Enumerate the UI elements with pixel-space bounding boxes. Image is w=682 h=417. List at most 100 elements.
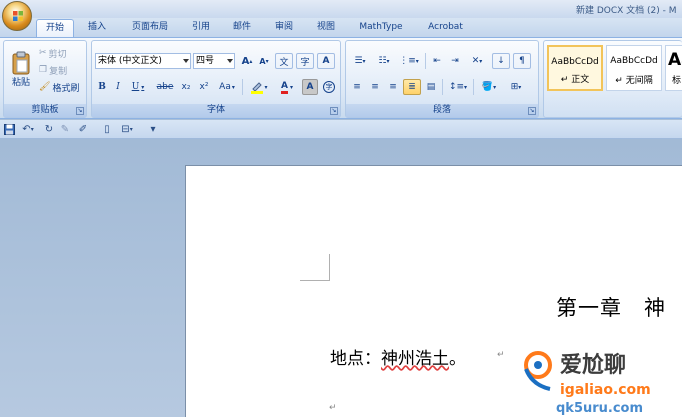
- tab-mailings[interactable]: 邮件: [223, 19, 261, 37]
- style-heading-name: 标: [672, 76, 682, 86]
- superscript-button[interactable]: x²: [196, 79, 212, 95]
- brush-icon: 🖌: [39, 82, 51, 92]
- cut-button[interactable]: ✂ 剪切: [38, 45, 84, 61]
- paint-bucket-icon: 🪣: [481, 82, 494, 92]
- sort-icon: ↓: [497, 56, 505, 66]
- style-normal[interactable]: AaBbCcDd ↵ 正文: [547, 45, 603, 91]
- save-icon[interactable]: [2, 122, 16, 136]
- decrease-indent-button[interactable]: ⇤: [429, 53, 445, 69]
- distributed-button[interactable]: ▤: [423, 79, 439, 95]
- chevron-down-icon: ▾: [141, 83, 145, 91]
- office-button[interactable]: [2, 1, 32, 31]
- align-center-icon: ≡: [371, 82, 379, 92]
- style-heading[interactable]: Aa 标: [665, 45, 682, 91]
- tab-insert[interactable]: 插入: [78, 19, 116, 37]
- chevron-down-icon: [183, 59, 189, 63]
- chevron-down-icon: ▾: [231, 83, 235, 91]
- align-left-button[interactable]: ≡: [349, 79, 365, 95]
- redo-icon[interactable]: ↻: [42, 122, 56, 136]
- watermark-logo-icon: [524, 351, 552, 391]
- subscript-button[interactable]: x₂: [178, 79, 194, 95]
- watermark-brand: 爱尬聊: [560, 353, 627, 378]
- tab-view[interactable]: 视图: [307, 19, 345, 37]
- underline-button[interactable]: U ▾: [127, 79, 149, 95]
- asian-layout-button[interactable]: ✕ ▾: [466, 53, 488, 69]
- format-brush-icon[interactable]: ✎: [58, 122, 72, 136]
- borders-button[interactable]: ⊞ ▾: [504, 79, 528, 95]
- paragraph-launcher-icon[interactable]: ↘: [528, 107, 536, 115]
- document-page[interactable]: [185, 165, 682, 417]
- shrink-font-button[interactable]: A ▾: [256, 53, 272, 69]
- chevron-down-icon: ▾: [415, 57, 419, 65]
- location-name: 神州浩土: [381, 349, 449, 369]
- show-marks-button[interactable]: ¶: [513, 53, 531, 69]
- align-right-button[interactable]: ≡: [385, 79, 401, 95]
- new-document-icon[interactable]: ▯: [100, 122, 114, 136]
- line-spacing-button[interactable]: ↕≡ ▾: [446, 79, 470, 95]
- strikethrough-button[interactable]: abe: [154, 79, 176, 95]
- separator: [442, 79, 443, 95]
- separator: [473, 79, 474, 95]
- highlight-button[interactable]: ▾: [246, 79, 272, 95]
- tab-acrobat[interactable]: Acrobat: [418, 19, 473, 37]
- tab-review[interactable]: 审阅: [265, 19, 303, 37]
- location-line[interactable]: 地点：神州浩土。: [330, 344, 466, 369]
- style-no-spacing-name: ↵ 无间隔: [615, 76, 653, 86]
- char-shading-button[interactable]: A: [302, 79, 318, 95]
- align-right-icon: ≡: [389, 82, 397, 92]
- enclosed-char-button[interactable]: 字: [321, 79, 337, 95]
- paragraph-group: ☰ ▾ ☷ ▾ ⋮≡ ▾ ⇤ ⇥ ✕ ▾ ↓ ¶ ≡ ≡ ≡ ≣ ▤ ↕≡ ▾ 🪣 ▾ ⊞ ▾…: [345, 40, 539, 118]
- line-spacing-icon: ↕≡: [448, 82, 465, 92]
- highlighter-icon: [251, 82, 264, 94]
- paste-button[interactable]: 粘贴: [6, 44, 36, 94]
- tab-references[interactable]: 引用: [182, 19, 220, 37]
- grow-font-button[interactable]: A ▴: [239, 53, 255, 69]
- align-center-button[interactable]: ≡: [367, 79, 383, 95]
- bullets-button[interactable]: ☰ ▾: [349, 53, 371, 69]
- chapter-heading[interactable]: 第一章 神: [556, 292, 666, 322]
- customize-toolbar-icon[interactable]: ▾: [146, 122, 160, 136]
- undo-icon[interactable]: ↶ ▾: [18, 122, 38, 136]
- chevron-down-icon: ▾: [264, 83, 268, 91]
- multilevel-list-button[interactable]: ⋮≡ ▾: [397, 53, 421, 69]
- char-border-button[interactable]: A: [317, 53, 335, 69]
- title-bar: 新建 DOCX 文档 (2) - M: [0, 0, 682, 18]
- numbered-list-icon: ☷: [378, 56, 387, 66]
- copy-label: 复制: [49, 66, 68, 77]
- font-name-combo[interactable]: 宋体 (中文正文): [95, 53, 191, 69]
- phonetic-guide-button[interactable]: 文: [275, 53, 293, 69]
- grow-font-icon: A: [241, 55, 250, 67]
- format-painter-label: 格式刷: [52, 83, 80, 94]
- chevron-down-icon: ▾: [518, 83, 522, 91]
- enclose-icon: 字: [300, 57, 310, 68]
- justify-button[interactable]: ≣: [403, 79, 421, 95]
- font-color-icon: A: [281, 81, 288, 94]
- sort-button[interactable]: ↓: [492, 53, 510, 69]
- separator: [425, 53, 426, 69]
- increase-indent-button[interactable]: ⇥: [447, 53, 463, 69]
- chevron-down-icon: ▾: [289, 83, 293, 91]
- tab-page-layout[interactable]: 页面布局: [120, 19, 180, 37]
- page-edit-icon[interactable]: ✐: [76, 122, 90, 136]
- tab-mathtype[interactable]: MathType: [350, 19, 412, 37]
- enclose-char-button[interactable]: 字: [296, 53, 314, 69]
- change-case-button[interactable]: Aa ▾: [215, 79, 239, 95]
- justify-icon: ≣: [408, 82, 416, 92]
- font-color-button[interactable]: A ▾: [275, 79, 299, 95]
- print-preview-icon[interactable]: ⊟ ▾: [116, 122, 138, 136]
- numbering-button[interactable]: ☷ ▾: [373, 53, 395, 69]
- paste-label: 粘贴: [11, 77, 30, 88]
- italic-button[interactable]: I: [111, 79, 125, 95]
- clipboard-group-label: 剪贴板: [4, 104, 86, 117]
- font-launcher-icon[interactable]: ↘: [330, 107, 338, 115]
- shading-button[interactable]: 🪣 ▾: [477, 79, 501, 95]
- tab-home[interactable]: 开始: [36, 19, 74, 37]
- style-no-spacing[interactable]: AaBbCcDd ↵ 无间隔: [606, 45, 662, 91]
- copy-button[interactable]: ❐ 复制: [38, 62, 84, 78]
- scissors-icon: ✂: [39, 48, 47, 58]
- clipboard-launcher-icon[interactable]: ↘: [76, 107, 84, 115]
- bold-button[interactable]: B: [95, 79, 109, 95]
- chevron-down-icon: ▾: [493, 83, 497, 91]
- format-painter-button[interactable]: 🖌 格式刷: [38, 79, 86, 95]
- font-size-combo[interactable]: 四号: [193, 53, 235, 69]
